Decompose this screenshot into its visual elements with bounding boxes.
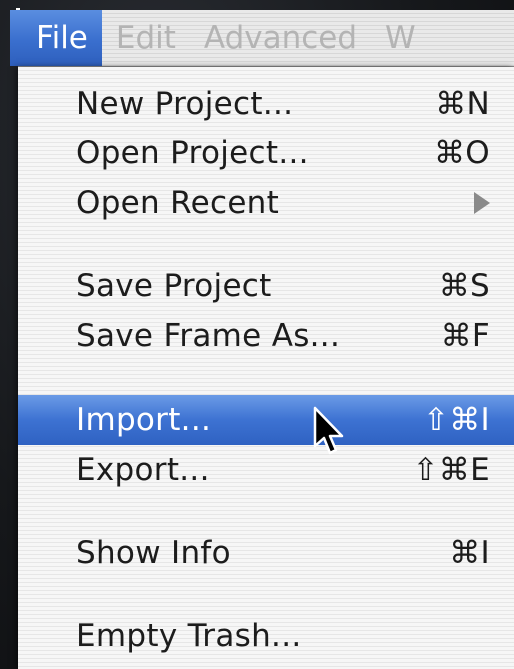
mouse-pointer-icon bbox=[313, 406, 344, 455]
menu-item-new-project[interactable]: New Project... ⌘N bbox=[18, 79, 514, 129]
menu-item-label: Save Project bbox=[76, 268, 272, 304]
menu-item-shortcut: ⌘S bbox=[438, 268, 490, 304]
menu-item-save-project[interactable]: Save Project ⌘S bbox=[18, 261, 514, 311]
menu-item-show-info[interactable]: Show Info ⌘I bbox=[18, 528, 514, 578]
menu-item-empty-trash[interactable]: Empty Trash... bbox=[18, 611, 514, 661]
submenu-arrow-icon bbox=[474, 192, 490, 214]
menu-item-open-recent[interactable]: Open Recent bbox=[18, 178, 514, 228]
menu-item-shortcut: ⌘I bbox=[449, 535, 490, 571]
file-menu: New Project... ⌘N Open Project... ⌘O Ope… bbox=[18, 67, 514, 669]
menubar-window[interactable]: W bbox=[371, 10, 430, 66]
menubar-file[interactable]: File bbox=[10, 10, 102, 66]
menu-item-shortcut: ⇧⌘I bbox=[422, 402, 490, 438]
menu-item-import[interactable]: Import... ⇧⌘I bbox=[18, 395, 514, 445]
menu-item-label: Show Info bbox=[76, 535, 231, 571]
menu-item-export[interactable]: Export... ⇧⌘E bbox=[18, 445, 514, 495]
menu-bar: File Edit Advanced W bbox=[10, 10, 514, 67]
menubar-edit[interactable]: Edit bbox=[102, 10, 190, 66]
menu-item-open-project[interactable]: Open Project... ⌘O bbox=[18, 128, 514, 178]
menu-item-shortcut: ⌘F bbox=[440, 318, 490, 354]
menubar-advanced[interactable]: Advanced bbox=[190, 10, 371, 66]
menu-item-label: Empty Trash... bbox=[76, 618, 302, 654]
menu-item-label: Import... bbox=[76, 402, 212, 438]
menu-item-label: New Project... bbox=[76, 86, 294, 122]
menu-item-label: Save Frame As... bbox=[76, 318, 341, 354]
menu-item-shortcut: ⇧⌘E bbox=[412, 452, 490, 488]
menu-item-label: Open Project... bbox=[76, 135, 309, 171]
menu-item-label: Export... bbox=[76, 452, 210, 488]
menu-item-shortcut: ⌘O bbox=[433, 135, 490, 171]
menu-item-shortcut: ⌘N bbox=[435, 86, 490, 122]
menu-item-label: Open Recent bbox=[76, 185, 280, 221]
menu-item-save-frame-as[interactable]: Save Frame As... ⌘F bbox=[18, 311, 514, 361]
